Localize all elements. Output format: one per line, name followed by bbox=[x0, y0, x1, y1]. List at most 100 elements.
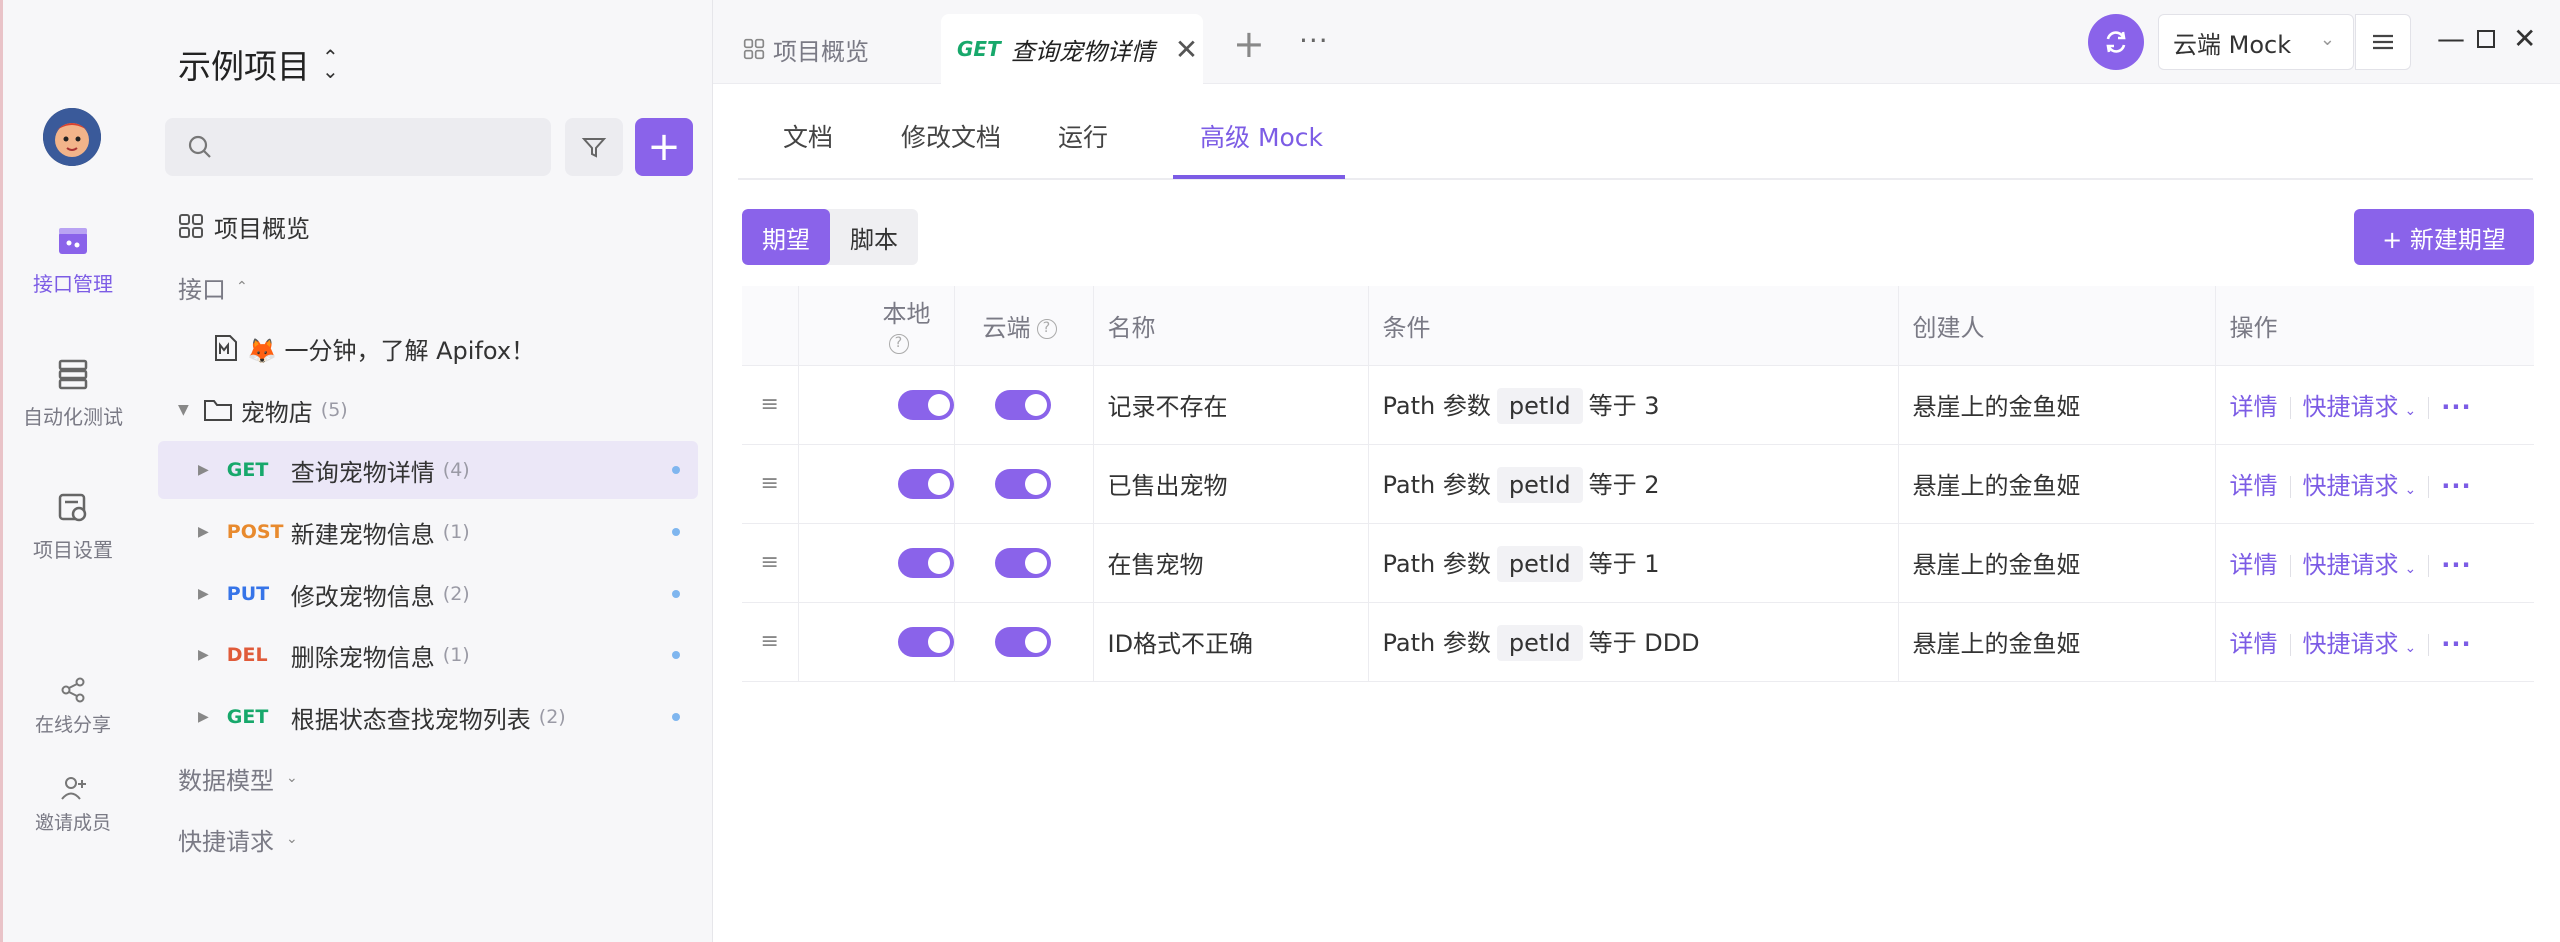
local-toggle[interactable] bbox=[897, 547, 954, 578]
automation-test-icon bbox=[58, 359, 88, 390]
endpoint-item[interactable]: ▶ GET 查询宠物详情 (4) bbox=[158, 441, 698, 499]
expectation-name: 记录不存在 bbox=[1093, 365, 1369, 445]
section-api[interactable]: 接口 ⌃ bbox=[143, 258, 713, 316]
more-icon[interactable]: ··· bbox=[2441, 551, 2471, 579]
tab-label: 项目概览 bbox=[773, 37, 869, 66]
endpoint-item[interactable]: ▶ GET 根据状态查找宠物列表 (2) bbox=[158, 688, 698, 746]
rail-label: 项目设置 bbox=[33, 538, 113, 562]
drag-handle-icon[interactable]: ≡ bbox=[742, 523, 799, 603]
filter-button[interactable] bbox=[565, 118, 623, 176]
rail-project-settings[interactable]: 项目设置 bbox=[3, 490, 143, 563]
maximize-icon[interactable] bbox=[2475, 24, 2497, 57]
cloud-toggle[interactable] bbox=[994, 468, 1051, 499]
detail-link[interactable]: 详情 bbox=[2230, 472, 2278, 500]
minimize-icon[interactable]: — bbox=[2437, 22, 2465, 55]
tab-run[interactable]: 运行 bbox=[1058, 118, 1108, 154]
more-icon[interactable]: ··· bbox=[2441, 393, 2471, 421]
segment-expect[interactable]: 期望 bbox=[742, 209, 830, 265]
tab-method: GET bbox=[957, 37, 1001, 61]
chevron-down-icon: ⌄ bbox=[286, 831, 298, 847]
detail-link[interactable]: 详情 bbox=[2230, 393, 2278, 421]
section-quick-requests[interactable]: 快捷请求 ⌄ bbox=[143, 810, 713, 868]
more-icon[interactable]: ··· bbox=[2441, 472, 2471, 500]
project-switcher[interactable]: 示例项目 ⌃ ⌄ bbox=[178, 40, 339, 88]
chevron-down-icon[interactable]: ⌄ bbox=[2405, 482, 2417, 498]
drag-handle-icon[interactable]: ≡ bbox=[742, 365, 799, 445]
cloud-toggle[interactable] bbox=[994, 547, 1051, 578]
tab-edit-docs[interactable]: 修改文档 bbox=[901, 118, 1001, 154]
operations-cell: 详情 快捷请求 ⌄ ··· bbox=[2215, 523, 2534, 603]
environment-select[interactable]: 云端 Mock ⌄ bbox=[2158, 14, 2354, 70]
user-avatar[interactable] bbox=[43, 108, 101, 166]
endpoint-item[interactable]: ▶ DEL 删除宠物信息 (1) bbox=[158, 626, 698, 684]
chevron-down-icon: ⌄ bbox=[286, 770, 298, 786]
chevron-down-icon[interactable]: ⌄ bbox=[2405, 403, 2417, 419]
help-icon[interactable]: ? bbox=[1036, 318, 1057, 339]
detail-link[interactable]: 详情 bbox=[2230, 551, 2278, 579]
tab-docs[interactable]: 文档 bbox=[783, 118, 833, 154]
search-input[interactable] bbox=[165, 118, 551, 176]
sidebar-item-intro-doc[interactable]: 🦊 一分钟，了解 Apifox！ bbox=[143, 319, 713, 377]
endpoint-item[interactable]: ▶ POST 新建宠物信息 (1) bbox=[158, 503, 698, 561]
environment-menu-button[interactable] bbox=[2355, 14, 2411, 70]
quick-request-link[interactable]: 快捷请求 bbox=[2303, 630, 2399, 658]
left-rail: 接口管理 自动化测试 项目设置 在线分享 邀请成员 bbox=[0, 0, 143, 942]
method-badge: GET bbox=[226, 459, 269, 481]
project-settings-icon bbox=[58, 493, 87, 522]
chevron-up-icon: ⌃ bbox=[236, 279, 248, 295]
quick-request-link[interactable]: 快捷请求 bbox=[2303, 472, 2399, 500]
chevron-down-icon[interactable]: ⌄ bbox=[2405, 640, 2417, 656]
new-expectation-button[interactable]: + 新建期望 bbox=[2354, 209, 2534, 265]
method-badge: GET bbox=[226, 706, 269, 728]
drag-handle-icon[interactable]: ≡ bbox=[742, 444, 799, 524]
project-title: 示例项目 bbox=[178, 47, 310, 86]
tab-advanced-mock[interactable]: 高级 Mock bbox=[1200, 118, 1323, 154]
tab-label: 查询宠物详情 bbox=[1010, 37, 1155, 66]
rail-api-management[interactable]: 接口管理 bbox=[3, 224, 143, 297]
rail-label: 邀请成员 bbox=[34, 812, 111, 834]
endpoint-name: 新建宠物信息 bbox=[290, 520, 435, 549]
new-tab-button[interactable]: + bbox=[1233, 22, 1265, 66]
table-row: ≡ 已售出宠物 Path 参数 petId 等于 2 悬崖上的金鱼姬 详情 快捷请求 ⌄… bbox=[742, 444, 2534, 524]
markdown-doc-icon bbox=[215, 335, 237, 361]
header-drag bbox=[742, 286, 799, 366]
tab-project-overview[interactable]: 项目概览 bbox=[743, 14, 869, 84]
sidebar-folder-petstore[interactable]: ▼ 宠物店 (5) bbox=[143, 381, 713, 439]
sync-button[interactable] bbox=[2088, 14, 2144, 70]
rail-share[interactable]: 在线分享 bbox=[3, 676, 143, 737]
method-badge: DEL bbox=[226, 644, 268, 666]
chevron-down-icon[interactable]: ⌄ bbox=[2405, 561, 2417, 577]
quick-request-link[interactable]: 快捷请求 bbox=[2303, 551, 2399, 579]
drag-handle-icon[interactable]: ≡ bbox=[742, 602, 799, 682]
rail-automation-test[interactable]: 自动化测试 bbox=[3, 357, 143, 430]
detail-link[interactable]: 详情 bbox=[2230, 630, 2278, 658]
section-label: 数据模型 bbox=[178, 766, 274, 795]
endpoint-item[interactable]: ▶ PUT 修改宠物信息 (2) bbox=[158, 565, 698, 623]
cloud-toggle[interactable] bbox=[994, 626, 1051, 657]
rail-label: 自动化测试 bbox=[23, 405, 123, 429]
quick-request-link[interactable]: 快捷请求 bbox=[2303, 393, 2399, 421]
add-button[interactable]: + bbox=[635, 118, 693, 176]
endpoint-count: (2) bbox=[442, 583, 470, 605]
header-creator: 创建人 bbox=[1898, 286, 2216, 366]
rail-invite-member[interactable]: 邀请成员 bbox=[3, 774, 143, 835]
more-icon[interactable]: ··· bbox=[2441, 630, 2471, 658]
sidebar-item-overview[interactable]: 项目概览 bbox=[143, 197, 713, 255]
section-data-models[interactable]: 数据模型 ⌄ bbox=[143, 749, 713, 807]
operations-cell: 详情 快捷请求 ⌄ ··· bbox=[2215, 365, 2534, 445]
local-toggle[interactable] bbox=[897, 468, 954, 499]
endpoint-name: 修改宠物信息 bbox=[290, 582, 435, 611]
tab-endpoint-detail[interactable]: GET 查询宠物详情 ✕ bbox=[941, 14, 1203, 84]
local-toggle[interactable] bbox=[897, 626, 954, 657]
cloud-toggle[interactable] bbox=[994, 389, 1051, 420]
close-window-icon[interactable]: ✕ bbox=[2513, 22, 2536, 55]
filter-icon bbox=[581, 138, 607, 158]
segment-script[interactable]: 脚本 bbox=[830, 209, 918, 265]
close-icon[interactable]: ✕ bbox=[1175, 33, 1198, 66]
operations-cell: 详情 快捷请求 ⌄ ··· bbox=[2215, 602, 2534, 682]
more-tabs-button[interactable]: ··· bbox=[1299, 24, 1329, 57]
local-toggle[interactable] bbox=[897, 389, 954, 420]
help-icon[interactable]: ? bbox=[888, 333, 909, 354]
expectations-table: 本地? 云端? 名称 条件 创建人 操作 ≡ 记录不存在 Path 参数 petI… bbox=[742, 286, 2534, 682]
creator-cell: 悬崖上的金鱼姬 bbox=[1898, 365, 2216, 445]
